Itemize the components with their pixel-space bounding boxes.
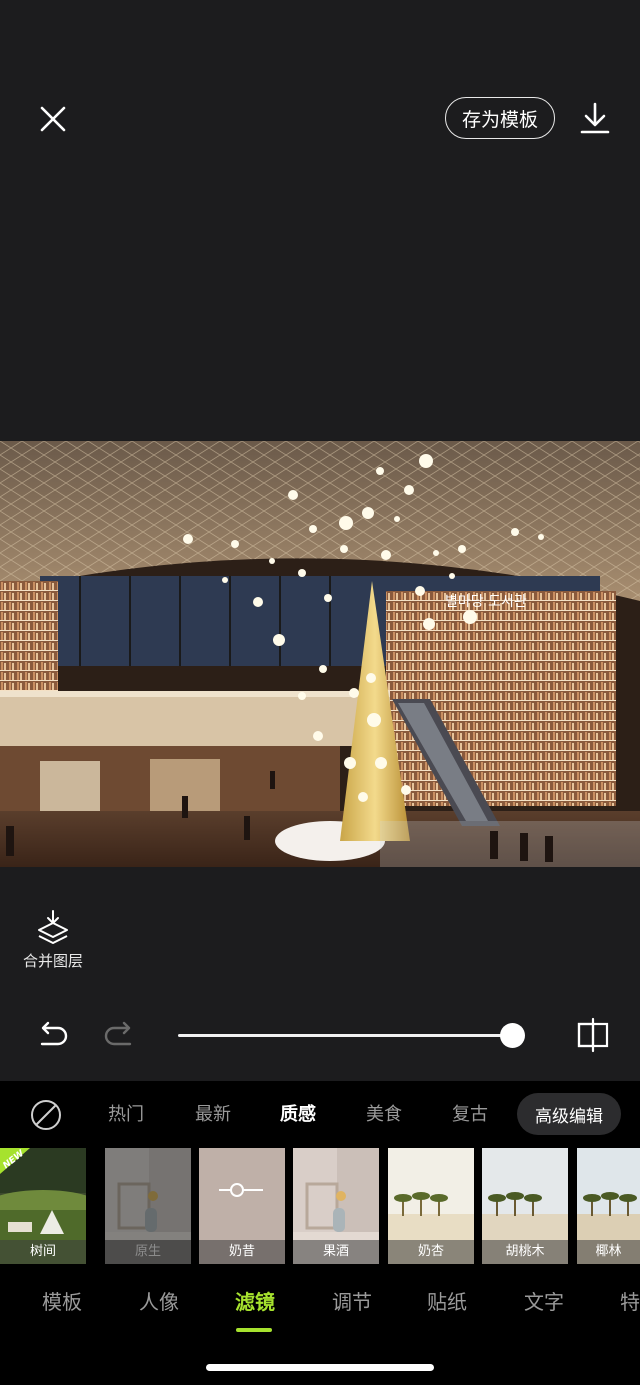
photo-canvas[interactable]: 별마당 도서관 [0, 441, 640, 867]
tab-portrait[interactable]: 人像 [139, 1288, 179, 1316]
merge-layers-label: 合并图层 [22, 952, 83, 970]
category-food[interactable]: 美食 [366, 1101, 402, 1129]
category-texture[interactable]: 质感 [280, 1101, 316, 1129]
tab-template[interactable]: 模板 [42, 1288, 82, 1316]
no-filter-button[interactable] [29, 1098, 63, 1132]
layers-icon [38, 910, 68, 944]
filter-label: 奶杏 [388, 1240, 474, 1264]
category-hot[interactable]: 热门 [108, 1101, 144, 1129]
intensity-slider-thumb[interactable] [499, 1023, 525, 1048]
filter-item[interactable]: 果酒 [293, 1148, 379, 1264]
filter-item[interactable]: 奶杏 [388, 1148, 474, 1264]
filter-label: 椰林 [577, 1240, 640, 1264]
redo-icon [104, 1021, 132, 1046]
tab-filter[interactable]: 滤镜 [235, 1288, 275, 1316]
undo-icon [40, 1021, 68, 1046]
home-indicator[interactable] [206, 1364, 434, 1371]
compare-icon [577, 1017, 609, 1053]
filter-item[interactable]: NEW 树间 [0, 1148, 86, 1264]
tab-adjust[interactable]: 调节 [332, 1288, 372, 1316]
filter-item[interactable]: 原生 [105, 1148, 191, 1264]
filter-item-selected[interactable]: 奶昔 [199, 1148, 285, 1264]
category-retro[interactable]: 复古 [452, 1101, 488, 1129]
active-tab-indicator [236, 1328, 272, 1332]
intensity-slider-track[interactable] [178, 1034, 512, 1037]
sign-text: 별마당 도서관 [445, 594, 527, 610]
tab-sticker[interactable]: 贴纸 [427, 1288, 467, 1316]
close-button[interactable] [32, 98, 74, 140]
category-latest[interactable]: 最新 [195, 1101, 231, 1129]
compare-button[interactable] [574, 1016, 612, 1054]
download-button[interactable] [574, 98, 616, 140]
library-photo: 별마당 도서관 [0, 441, 640, 867]
redo-button[interactable] [102, 1018, 138, 1054]
filter-label: 树间 [0, 1240, 86, 1264]
close-icon [40, 106, 66, 132]
filter-label: 果酒 [293, 1240, 379, 1264]
filter-item[interactable]: 椰林 [577, 1148, 640, 1264]
tab-text[interactable]: 文字 [524, 1288, 564, 1316]
save-template-button[interactable]: 存为模板 [445, 97, 555, 139]
category-advanced-edit[interactable]: 高级编辑 [517, 1093, 621, 1135]
download-icon [580, 102, 610, 134]
tab-effects[interactable]: 特 [620, 1288, 640, 1316]
prohibit-icon [31, 1100, 61, 1130]
undo-button[interactable] [34, 1018, 70, 1054]
filter-label: 奶昔 [199, 1240, 285, 1264]
merge-layers-button[interactable]: 合并图层 [14, 910, 92, 970]
filter-item[interactable]: 胡桃木 [482, 1148, 568, 1264]
filter-label: 胡桃木 [482, 1240, 568, 1264]
filter-label: 原生 [105, 1240, 191, 1264]
